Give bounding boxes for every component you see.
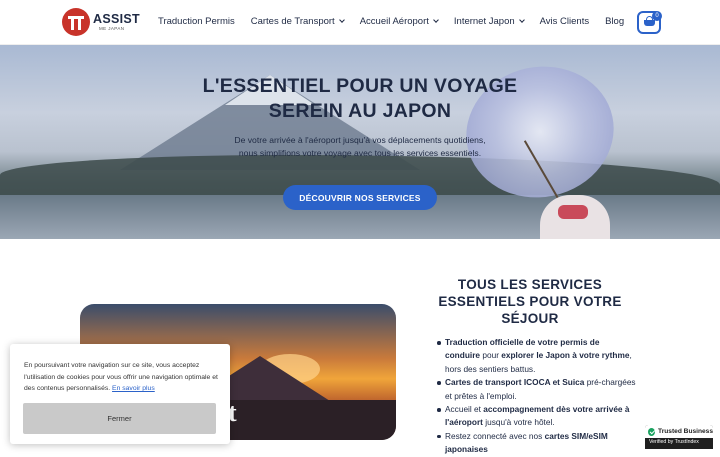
cookie-learn-more-link[interactable]: En savoir plus (112, 385, 155, 392)
hero-title: L'ESSENTIEL POUR UN VOYAGE SEREIN AU JAP… (202, 75, 518, 122)
service-item-accueil: Accueil et accompagnement dès votre arri… (436, 403, 636, 430)
site-header: ASSIST ME JAPAN Traduction Permis Cartes… (0, 0, 720, 45)
nav-item-accueil-aeroport[interactable]: Accueil Aéroport (360, 16, 439, 27)
chevron-down-icon (338, 17, 345, 23)
main-nav: Traduction Permis Cartes de Transport Ac… (158, 16, 624, 27)
nav-item-avis-clients[interactable]: Avis Clients (540, 16, 589, 27)
brand-tagline: ME JAPAN (99, 26, 125, 31)
nav-item-internet-japon[interactable]: Internet Japon (454, 16, 525, 27)
site-logo[interactable]: ASSIST ME JAPAN (62, 8, 140, 36)
chevron-down-icon (518, 17, 525, 23)
trust-badge-subtitle: Verified by TrustIndex (649, 439, 699, 445)
cart-count-badge: 0 (652, 11, 662, 21)
service-item-sim: Restez connecté avec nos cartes SIM/eSIM… (436, 430, 636, 457)
services-list: Traduction officielle de votre permis de… (436, 336, 636, 457)
trust-badge-title: Trusted Business (658, 428, 713, 435)
service-item-transport: Cartes de transport ICOCA et Suica pré-c… (436, 376, 636, 403)
cookie-text: En poursuivant votre navigation sur ce s… (24, 362, 218, 393)
services-title: TOUS LES SERVICES ESSENTIELS POUR VOTRE … (438, 277, 622, 326)
check-icon (648, 427, 656, 436)
cookie-banner: En poursuivant votre navigation sur ce s… (10, 344, 230, 444)
nav-item-cartes-transport[interactable]: Cartes de Transport (251, 16, 345, 27)
brand-name: ASSIST (93, 12, 140, 26)
nav-item-blog[interactable]: Blog (605, 16, 624, 27)
cookie-close-button[interactable]: Fermer (23, 403, 216, 434)
discover-services-button[interactable]: DÉCOUVRIR NOS SERVICES (283, 185, 437, 210)
trust-badge[interactable]: Trusted Business Verified by TrustIndex (645, 425, 713, 449)
chevron-down-icon (433, 17, 439, 23)
nav-item-traduction-permis[interactable]: Traduction Permis (158, 16, 235, 27)
service-item-permis: Traduction officielle de votre permis de… (436, 336, 636, 376)
hero-subtitle: De votre arrivée à l'aéroport jusqu'à vo… (234, 135, 486, 158)
torii-logo-icon (62, 8, 90, 36)
